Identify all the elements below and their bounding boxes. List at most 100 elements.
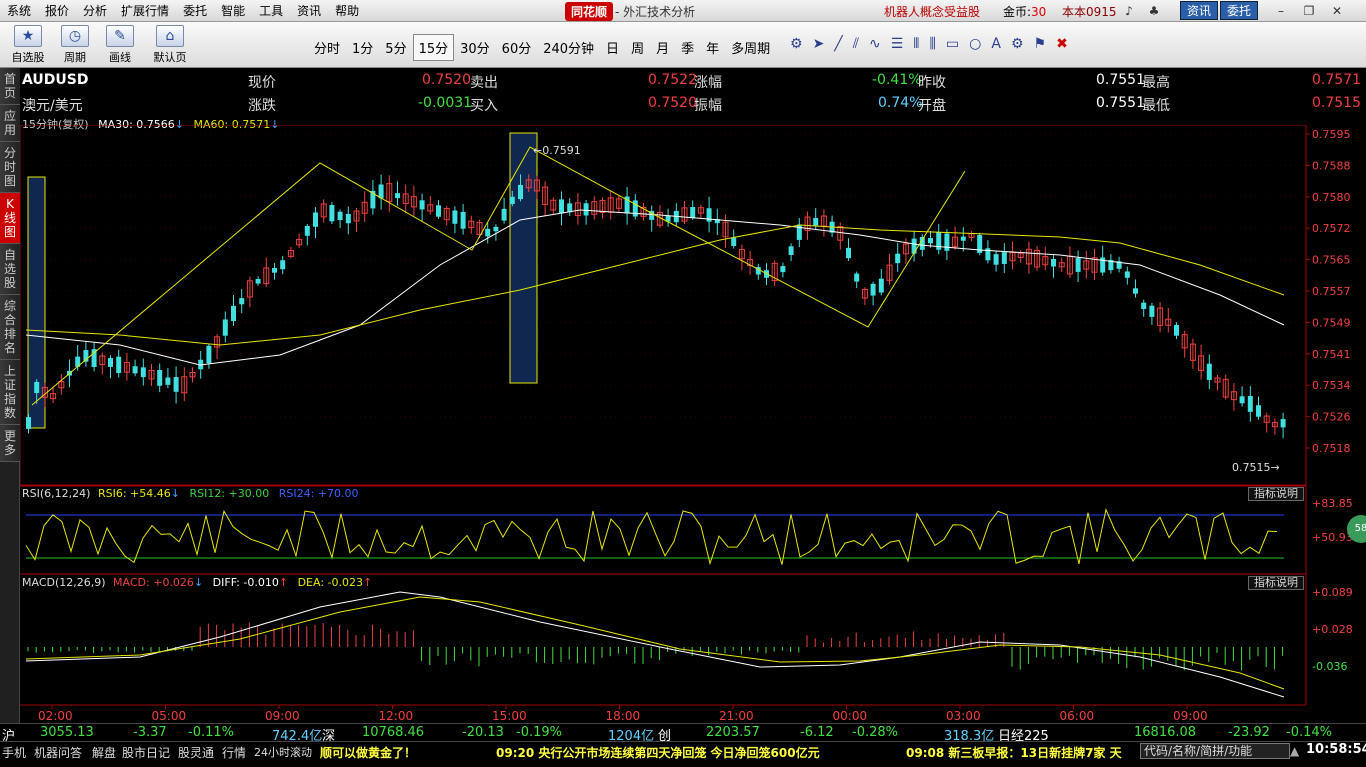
time-axis-label: 06:00: [1060, 709, 1095, 723]
menu-item-7[interactable]: 资讯: [290, 0, 328, 22]
period-12[interactable]: 多周期: [725, 34, 776, 61]
candle-down: [1124, 271, 1130, 278]
sh-index: 3055.13: [40, 725, 94, 740]
wave-tool-icon[interactable]: ∿: [869, 36, 881, 52]
cursor-icon[interactable]: ➤: [813, 36, 825, 52]
side-tab-6[interactable]: 上证指数: [0, 360, 20, 425]
menu-item-8[interactable]: 帮助: [328, 0, 366, 22]
value-current: 0.7520: [422, 72, 471, 88]
shirt-icon[interactable]: ♣: [1145, 2, 1163, 20]
bell-icon[interactable]: ♪: [1120, 2, 1138, 20]
candle-down: [165, 377, 171, 385]
candle-down: [1051, 259, 1056, 267]
text-tool-icon[interactable]: A: [991, 36, 1001, 52]
candle-down: [583, 203, 589, 216]
fibonacci-icon[interactable]: ☰: [891, 36, 904, 52]
time-axis-label: 09:00: [1173, 709, 1208, 723]
side-tab-1[interactable]: 应用: [0, 105, 20, 142]
main-frame: [20, 125, 1307, 486]
period-1[interactable]: 1分: [346, 34, 379, 61]
ellipse-tool-icon[interactable]: ○: [969, 36, 981, 52]
period-button[interactable]: ◷ 周期: [53, 25, 97, 65]
period-5[interactable]: 60分: [496, 34, 538, 61]
settings-icon[interactable]: ⚙: [1011, 36, 1024, 52]
period-6[interactable]: 240分钟: [537, 34, 600, 61]
draw-button[interactable]: ✎ 画线: [98, 25, 142, 65]
candle-down: [395, 193, 400, 199]
menu-item-1[interactable]: 报价: [38, 0, 76, 22]
macd-axis-top: +0.089: [1312, 586, 1353, 599]
side-tab-0[interactable]: 首页: [0, 68, 20, 105]
candle-down: [928, 238, 933, 244]
home-page-button[interactable]: ⌂ 默认页: [148, 25, 192, 65]
news-ticker-1[interactable]: 顺可以做黄金了！: [320, 744, 416, 761]
period-4[interactable]: 30分: [454, 34, 496, 61]
parallel-tool-icon[interactable]: ⫽: [853, 36, 859, 52]
trade-button[interactable]: 委托: [1220, 1, 1259, 20]
menu-item-0[interactable]: 系统: [0, 0, 38, 22]
candle-down: [870, 283, 876, 296]
period-8[interactable]: 周: [625, 34, 650, 61]
period-2[interactable]: 5分: [379, 34, 412, 61]
tab-mobile[interactable]: 手机: [2, 744, 26, 761]
candle-down: [518, 184, 523, 200]
tab-analysis[interactable]: 解盘: [92, 744, 116, 761]
ad-link[interactable]: 机器人概念受益股: [884, 3, 980, 20]
value-low: 0.7515: [1312, 95, 1361, 111]
close-icon[interactable]: ✕: [1328, 2, 1346, 20]
menu-item-6[interactable]: 工具: [252, 0, 290, 22]
period-7[interactable]: 日: [600, 34, 625, 61]
rect-tool-icon[interactable]: ▭: [946, 36, 959, 52]
menu-item-5[interactable]: 智能: [214, 0, 252, 22]
symbol-code: AUDUSD: [22, 72, 89, 88]
side-tab-7[interactable]: 更多: [0, 425, 20, 462]
candle-down: [993, 254, 999, 265]
value-amplitude: 0.74%: [878, 95, 923, 111]
clock: 10:58:54: [1306, 742, 1366, 757]
jp-index: 16816.08: [1134, 725, 1197, 740]
ma60-line: [25, 224, 1285, 346]
price-axis-label: 0.7565: [1312, 254, 1351, 267]
tab-market[interactable]: 行情: [222, 744, 246, 761]
candle-down: [509, 196, 515, 204]
period-11[interactable]: 年: [700, 34, 725, 61]
search-input[interactable]: 代码/名称/简拼/功能: [1140, 743, 1290, 759]
candle-down: [1133, 288, 1138, 294]
bookmark-icon[interactable]: ⚑: [1034, 36, 1047, 52]
account-name[interactable]: 本本0915: [1062, 3, 1117, 20]
news-ticker-3[interactable]: 09:08 新三板早报：13日新挂牌7家 天: [906, 744, 1122, 761]
tab-diary[interactable]: 股市日记: [122, 744, 170, 761]
gear-icon[interactable]: ⚙: [790, 36, 803, 52]
watchlist-button[interactable]: ★ 自选股: [6, 25, 50, 65]
side-tab-3[interactable]: K线图: [0, 193, 20, 244]
line-tool-icon[interactable]: ╱: [834, 36, 842, 52]
candle-down: [846, 247, 851, 259]
kline-chart[interactable]: 0.7595 0.7588 0.7580 0.7572 0.7565 0.7557 0.75…: [20, 125, 1366, 723]
menu-item-3[interactable]: 扩展行情: [114, 0, 176, 22]
menu-item-4[interactable]: 委托: [176, 0, 214, 22]
delete-icon[interactable]: ✖: [1056, 36, 1068, 52]
period-10[interactable]: 季: [675, 34, 700, 61]
period-0[interactable]: 分时: [308, 34, 346, 61]
period-9[interactable]: 月: [650, 34, 675, 61]
side-tab-5[interactable]: 综合排名: [0, 295, 20, 360]
side-tab-4[interactable]: 自选股: [0, 244, 20, 295]
candle-down: [731, 237, 737, 246]
period-3[interactable]: 15分: [412, 34, 455, 61]
tab-24h[interactable]: 24小时滚动: [254, 744, 312, 760]
side-tab-2[interactable]: 分时图: [0, 142, 20, 193]
menu-item-2[interactable]: 分析: [76, 0, 114, 22]
tab-stock-link[interactable]: 股灵通: [178, 744, 214, 761]
rsi-help-button[interactable]: 指标说明: [1248, 487, 1304, 501]
restore-icon[interactable]: ❐: [1300, 2, 1318, 20]
channel-icon[interactable]: ⫼: [929, 36, 935, 52]
tab-robot-qa[interactable]: 机器问答: [34, 744, 82, 761]
news-button[interactable]: 资讯: [1180, 1, 1219, 20]
macd-help-button[interactable]: 指标说明: [1248, 576, 1304, 590]
diff-line: [25, 591, 1285, 698]
minimize-icon[interactable]: –: [1272, 2, 1290, 20]
search-arrow-icon[interactable]: ▲: [1290, 744, 1299, 758]
gann-icon[interactable]: ⦀: [913, 36, 919, 52]
news-ticker-2[interactable]: 09:20 央行公开市场连续第四天净回笼 今日净回笼600亿元: [496, 744, 820, 761]
side-tabs: 首页应用分时图K线图自选股综合排名上证指数更多: [0, 68, 20, 723]
